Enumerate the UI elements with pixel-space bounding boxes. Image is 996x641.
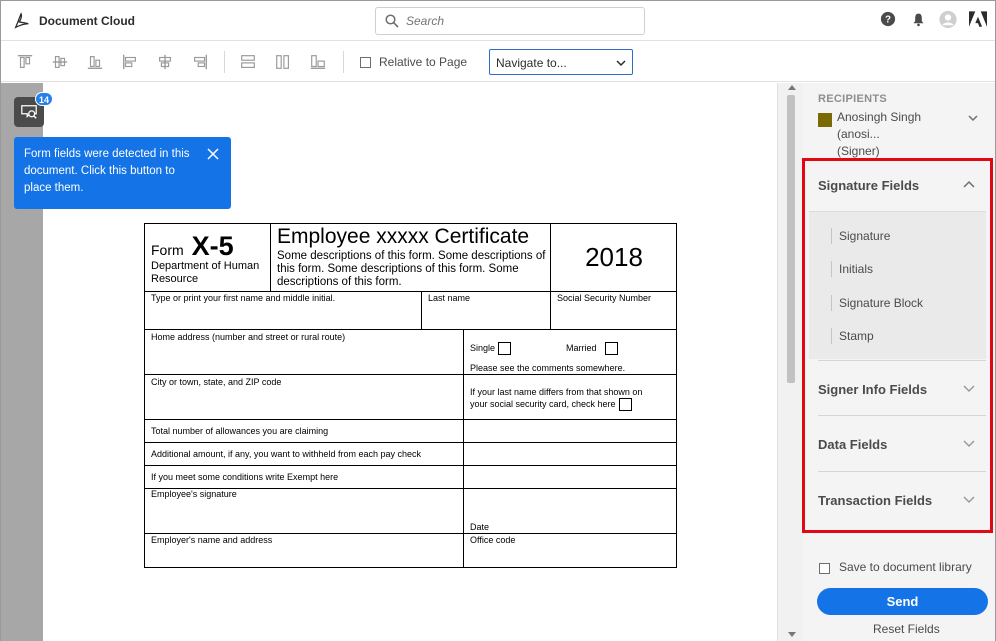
first-name-field[interactable]: Type or print your first name and middle… [145, 292, 422, 330]
bell-icon[interactable] [909, 10, 927, 28]
office-code-field[interactable]: Office code [464, 534, 677, 568]
form-title: Employee xxxxx Certificate [277, 225, 530, 248]
save-library-label: Save to document library [839, 560, 972, 574]
employer-field[interactable]: Employer's name and address [145, 534, 464, 568]
scrollbar-thumb[interactable] [787, 95, 795, 383]
married-checkbox[interactable] [604, 342, 618, 355]
employee-signature-label: Employee's signature [151, 489, 237, 499]
toolbar-divider [343, 51, 344, 73]
search-icon [385, 14, 399, 28]
app-title: Document Cloud [39, 14, 135, 28]
recipient-color-swatch [818, 113, 832, 127]
highlight-box [802, 158, 993, 533]
date-label: Date [470, 522, 490, 532]
allowances-field[interactable] [464, 420, 677, 443]
top-bar: Document Cloud ? [1, 1, 995, 41]
chevron-down-icon [616, 60, 626, 67]
relative-to-page-checkbox[interactable] [360, 57, 371, 68]
date-field[interactable]: Date [464, 489, 677, 534]
toolbar-divider [224, 51, 225, 73]
top-icons: ? [879, 10, 987, 28]
adobe-logo-icon[interactable] [969, 10, 987, 28]
close-icon[interactable] [207, 148, 219, 160]
last-name-label: Last name [428, 293, 471, 303]
name-differs-cell: If your last name differs from that show… [464, 375, 677, 420]
recipient-selector[interactable]: Anosingh Singh (anosi... (Signer) [837, 109, 967, 160]
form-department: Department of Human Resource [151, 260, 260, 285]
form-year-cell: 2018 [551, 224, 677, 292]
navigate-select-value: Navigate to... [496, 56, 567, 70]
form-description: Some descriptions of this form. Some des… [277, 250, 546, 288]
city-field[interactable]: City or town, state, and ZIP code [145, 375, 464, 420]
additional-row: Additional amount, if any, you want to w… [145, 443, 464, 466]
align-left-icon[interactable] [120, 52, 140, 72]
marital-status-cell: Single Married Please see the comments s… [464, 330, 677, 375]
svg-text:?: ? [885, 15, 891, 26]
form-word: Form [151, 242, 184, 258]
align-right-icon[interactable] [190, 52, 210, 72]
scroll-up-icon[interactable] [788, 85, 796, 90]
single-checkbox[interactable] [498, 342, 512, 355]
search-input[interactable] [406, 12, 636, 30]
fields-detected-tooltip: Form fields were detected in this docume… [14, 137, 231, 209]
first-name-label: Type or print your first name and middle… [151, 293, 336, 303]
alignment-toolbar: Relative to Page Navigate to... [1, 42, 995, 82]
send-button[interactable]: Send [817, 588, 988, 615]
avatar-icon[interactable] [939, 10, 957, 28]
additional-label: Additional amount, if any, you want to w… [151, 449, 421, 459]
scroll-down-icon[interactable] [788, 632, 796, 637]
help-icon[interactable]: ? [879, 10, 897, 28]
employee-signature-field[interactable]: Employee's signature [145, 489, 464, 534]
single-label: Single [470, 342, 496, 353]
match-size-icon[interactable] [308, 52, 328, 72]
fields-count-badge: 14 [35, 92, 53, 106]
form-number: X-5 [191, 231, 234, 261]
document-scrollbar[interactable] [777, 83, 803, 641]
last-name-field[interactable]: Last name [422, 292, 551, 330]
ssn-label: Social Security Number [557, 293, 652, 303]
pdf-form: Form X-5 Department of Human Resource Em… [144, 223, 677, 568]
align-top-icon[interactable] [15, 52, 35, 72]
acrobat-logo-icon [14, 12, 29, 29]
form-title-cell: Employee xxxxx Certificate Some descript… [271, 224, 551, 292]
ssn-field[interactable]: Social Security Number [551, 292, 677, 330]
search-box[interactable] [375, 7, 645, 35]
office-code-label: Office code [470, 535, 516, 545]
home-address-field[interactable]: Home address (number and street or rural… [145, 330, 464, 375]
recipient-name: Anosingh Singh (anosi... [837, 110, 922, 141]
allowances-row: Total number of allowances you are claim… [145, 420, 464, 443]
additional-field[interactable] [464, 443, 677, 466]
employer-label: Employer's name and address [151, 535, 273, 545]
exempt-row: If you meet some conditions write Exempt… [145, 466, 464, 489]
married-label: Married [566, 342, 597, 353]
form-year: 2018 [585, 242, 643, 272]
form-fields-icon [21, 105, 37, 119]
tooltip-text: Form fields were detected in this docume… [24, 148, 190, 194]
match-width-icon[interactable] [238, 52, 258, 72]
exempt-field[interactable] [464, 466, 677, 489]
form-id-cell: Form X-5 Department of Human Resource [145, 224, 271, 292]
align-bottom-icon[interactable] [85, 52, 105, 72]
exempt-label: If you meet some conditions write Exempt… [151, 472, 339, 482]
city-label: City or town, state, and ZIP code [151, 377, 282, 387]
save-library-checkbox[interactable] [819, 563, 830, 574]
relative-to-page-label: Relative to Page [379, 55, 468, 69]
navigate-select[interactable]: Navigate to... [489, 49, 633, 75]
name-differs-label: If your last name differs from that show… [470, 387, 643, 409]
comments-note: Please see the comments somewhere. [470, 363, 626, 373]
align-center-icon[interactable] [155, 52, 175, 72]
chevron-down-icon[interactable] [968, 113, 978, 123]
home-address-label: Home address (number and street or rural… [151, 332, 346, 342]
reset-fields-link[interactable]: Reset Fields [873, 622, 940, 636]
recipients-label: RECIPIENTS [818, 93, 888, 105]
match-height-icon[interactable] [273, 52, 293, 72]
align-middle-icon[interactable] [50, 52, 70, 72]
allowances-label: Total number of allowances you are claim… [151, 426, 329, 436]
brand[interactable]: Document Cloud [13, 12, 135, 30]
name-differs-checkbox[interactable] [618, 398, 632, 411]
